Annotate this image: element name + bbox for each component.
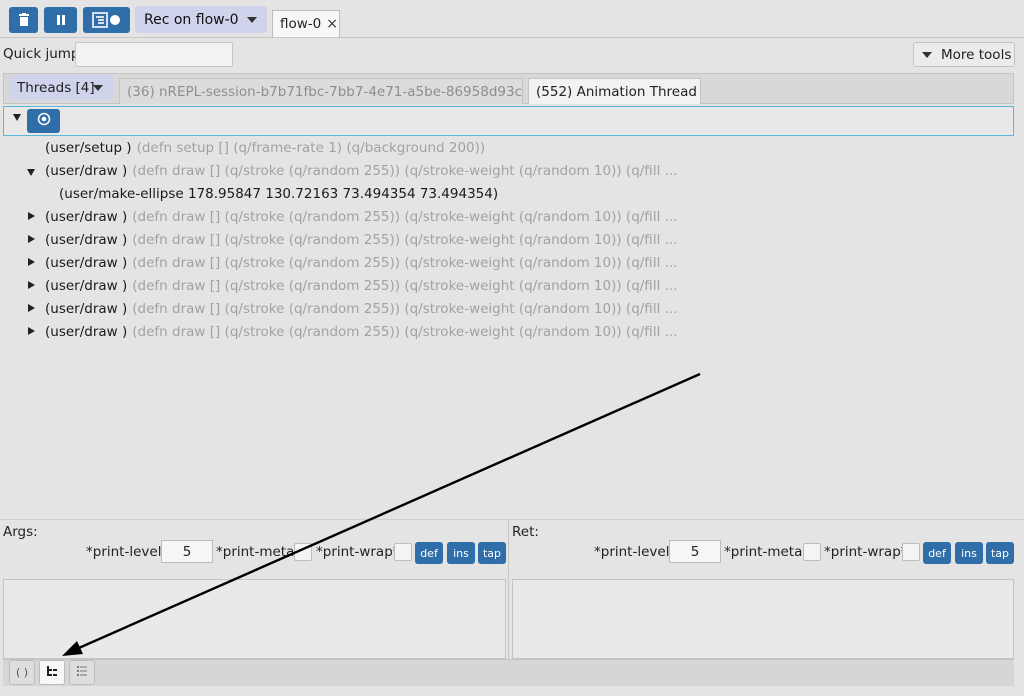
clear-button[interactable] [9,7,38,33]
args-print-meta-checkbox[interactable] [294,543,312,561]
tree-node[interactable]: (user/draw ) (defn draw [] (q/stroke (q/… [45,230,677,250]
tree-node[interactable]: (user/draw ) (defn draw [] (q/stroke (q/… [45,161,677,181]
recording-flow-combo[interactable]: Rec on flow-0 [135,6,267,33]
trash-icon [18,13,30,27]
call-tree-view-button[interactable] [39,660,65,685]
code-view-button[interactable]: ( ) [9,660,35,685]
tree-root-row[interactable] [3,106,1014,136]
pause-icon [56,14,66,26]
fn-call: (user/setup ) [45,140,132,156]
close-icon[interactable]: × [326,16,338,32]
record-tree-icon [91,12,122,28]
fn-call: (user/make-ellipse 178.95847 130.72163 7… [59,186,499,202]
fn-source: (defn draw [] (q/stroke (q/random 255)) … [132,232,678,248]
fn-call: (user/draw ) [45,278,128,294]
target-icon [37,112,51,130]
thread-tab-label: (36) nREPL-session-b7b71fbc-7bb7-4e71-a5… [127,83,523,100]
args-print-meta-label: *print-meta* [216,544,302,560]
ret-tap-button[interactable]: tap [986,542,1014,564]
ret-print-level-input[interactable]: 5 [669,540,721,563]
quick-jump-label: Quick jump: [3,46,85,62]
expand-triangle-icon[interactable] [13,114,21,121]
tab-flow-0[interactable]: flow-0 × [272,10,340,37]
ret-value-panel[interactable] [512,579,1014,659]
args-ins-button[interactable]: ins [447,542,475,564]
recording-flow-label: Rec on flow-0 [144,11,239,28]
more-tools-label: More tools [941,46,1012,63]
chevron-down-icon [922,51,932,58]
tab-nrepl-session-thread[interactable]: (36) nREPL-session-b7b71fbc-7bb7-4e71-a5… [119,78,523,104]
fn-source: (defn draw [] (q/stroke (q/random 255)) … [132,301,678,317]
collapse-triangle-icon[interactable] [28,281,35,289]
ret-print-meta-checkbox[interactable] [803,543,821,561]
ret-print-level-label: *print-level* [594,544,677,560]
fn-source: (defn draw [] (q/stroke (q/random 255)) … [132,209,678,225]
expand-triangle-icon[interactable] [27,169,35,176]
args-print-level-input[interactable]: 5 [161,540,213,563]
toolbar-divider [0,37,1024,38]
args-def-button[interactable]: def [415,542,443,564]
args-tap-button[interactable]: tap [478,542,506,564]
ret-print-wrap-checkbox[interactable] [902,543,920,561]
fn-source: (defn draw [] (q/stroke (q/random 255)) … [132,278,678,294]
args-title: Args: [3,524,38,540]
functions-list-view-button[interactable] [69,660,95,685]
args-print-level-label: *print-level* [86,544,169,560]
chevron-down-icon [247,17,257,23]
ret-ins-button[interactable]: ins [955,542,983,564]
tree-root-button[interactable] [27,109,60,133]
tree-node[interactable]: (user/draw ) (defn draw [] (q/stroke (q/… [45,253,677,273]
record-button[interactable] [83,7,130,33]
ret-print-meta-label: *print-meta* [724,544,810,560]
ret-print-wrap-label: *print-wrap* [824,544,908,560]
fn-call: (user/draw ) [45,255,128,271]
chevron-down-icon [93,85,103,91]
collapse-triangle-icon[interactable] [28,327,35,335]
collapse-triangle-icon[interactable] [28,235,35,243]
more-tools-button[interactable]: More tools [913,42,1015,67]
tree-node[interactable]: (user/draw ) (defn draw [] (q/stroke (q/… [45,299,677,319]
vertical-split-divider[interactable] [508,520,509,660]
collapse-triangle-icon[interactable] [28,212,35,220]
pause-button[interactable] [44,7,77,33]
threads-combo-label: Threads [4] [17,79,95,96]
fn-source: (defn draw [] (q/stroke (q/random 255)) … [132,324,678,340]
collapse-triangle-icon[interactable] [28,258,35,266]
thread-tab-label: (552) Animation Thread [536,83,697,100]
tree-node[interactable]: (user/draw ) (defn draw [] (q/stroke (q/… [45,276,677,296]
numbered-list-icon [76,665,88,680]
tab-animation-thread[interactable]: (552) Animation Thread × [528,78,701,104]
parens-icon: ( ) [15,666,29,679]
fn-call: (user/draw ) [45,209,128,225]
quick-jump-input[interactable] [75,42,233,67]
fn-call: (user/draw ) [45,301,128,317]
tree-node[interactable]: (user/draw ) (defn draw [] (q/stroke (q/… [45,207,677,227]
view-switcher-bar [3,659,1014,686]
threads-combo[interactable]: Threads [4] [9,75,113,100]
ret-title: Ret: [512,524,539,540]
args-value-panel[interactable] [3,579,506,659]
call-tree-icon [46,665,58,680]
flow-tab-label: flow-0 [280,16,322,32]
args-print-wrap-checkbox[interactable] [394,543,412,561]
tree-node[interactable]: (user/make-ellipse 178.95847 130.72163 7… [59,184,498,204]
args-print-wrap-label: *print-wrap* [316,544,400,560]
fn-call: (user/draw ) [45,324,128,340]
collapse-triangle-icon[interactable] [28,304,35,312]
ret-def-button[interactable]: def [923,542,951,564]
fn-source: (defn draw [] (q/stroke (q/random 255)) … [132,163,678,179]
tree-node[interactable]: (user/setup ) (defn setup [] (q/frame-ra… [45,138,485,158]
tree-node[interactable]: (user/draw ) (defn draw [] (q/stroke (q/… [45,322,677,342]
fn-source: (defn setup [] (q/frame-rate 1) (q/backg… [136,140,486,156]
split-divider[interactable] [0,519,1024,520]
fn-source: (defn draw [] (q/stroke (q/random 255)) … [132,255,678,271]
fn-call: (user/draw ) [45,163,128,179]
fn-call: (user/draw ) [45,232,128,248]
